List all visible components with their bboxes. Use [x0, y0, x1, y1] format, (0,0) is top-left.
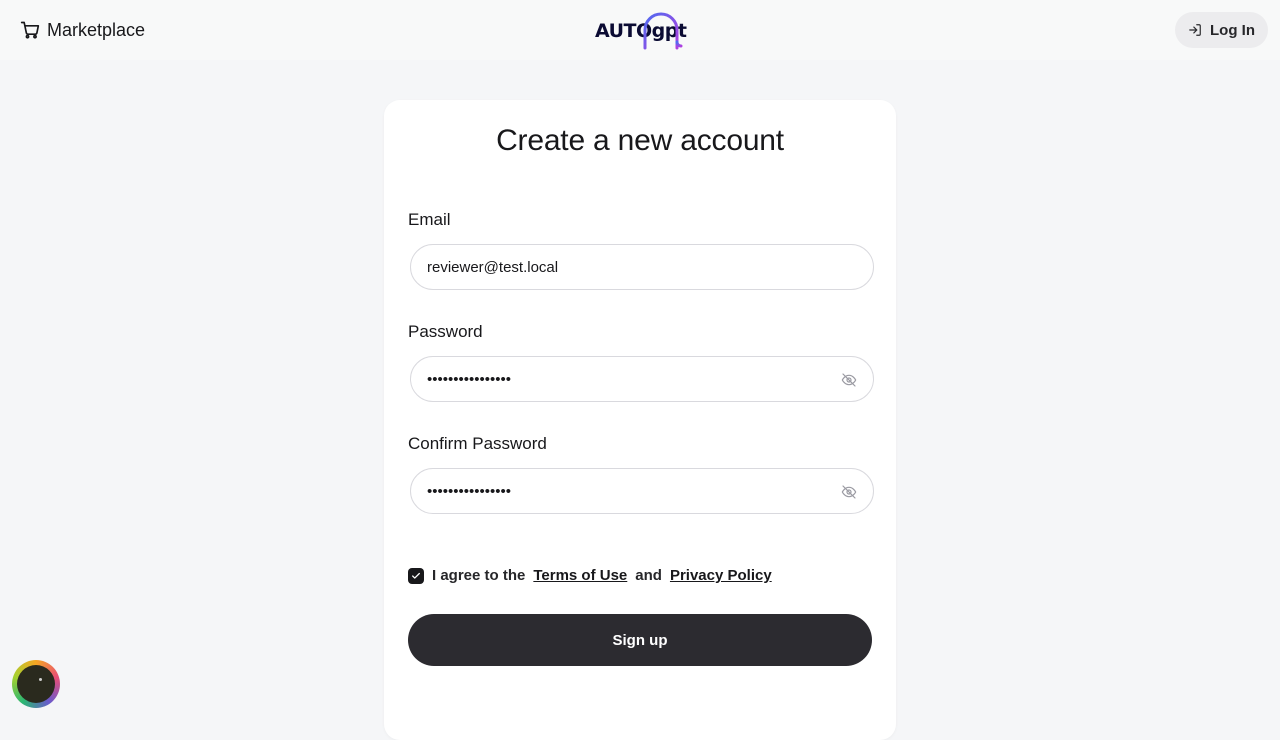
confirm-password-label: Confirm Password [408, 434, 547, 453]
eye-off-icon [841, 373, 857, 387]
terms-agreement-row: I agree to the Terms of Use and Privacy … [408, 567, 772, 584]
autogpt-logo[interactable]: AUTOgpt [595, 8, 687, 52]
terms-checkbox[interactable] [408, 567, 424, 584]
confirm-password-field[interactable] [411, 469, 873, 513]
signup-button[interactable]: Sign up [408, 614, 872, 666]
assistant-icon [17, 665, 55, 703]
email-field-wrapper [410, 244, 874, 290]
marketplace-link[interactable]: Marketplace [20, 20, 145, 41]
agree-prefix-text: I agree to the [432, 567, 526, 584]
password-label: Password [408, 322, 483, 341]
confirm-password-field-wrapper [410, 468, 874, 514]
email-field[interactable] [411, 245, 873, 289]
terms-of-use-link[interactable]: Terms of Use [533, 567, 627, 584]
email-label: Email [408, 210, 451, 229]
marketplace-label: Marketplace [47, 19, 146, 40]
privacy-policy-link[interactable]: Privacy Policy [670, 567, 772, 584]
toggle-confirm-password-visibility-button[interactable] [841, 484, 857, 500]
assistant-launcher-button[interactable] [12, 660, 60, 708]
page-title: Create a new account [496, 124, 784, 157]
agree-and-text: and [635, 567, 662, 584]
password-field-wrapper [410, 356, 874, 402]
cart-icon [20, 21, 40, 39]
logo-mark-icon [643, 12, 683, 50]
login-icon [1189, 24, 1201, 36]
password-field[interactable] [411, 357, 873, 401]
check-icon [412, 572, 420, 579]
login-label: Log In [1210, 21, 1255, 39]
login-button[interactable]: Log In [1175, 12, 1268, 48]
toggle-password-visibility-button[interactable] [841, 372, 857, 388]
eye-off-icon [841, 485, 857, 499]
signup-card: Create a new account Email Password Conf… [384, 100, 896, 740]
top-navigation-bar: Marketplace AUTOgpt Log In [0, 0, 1280, 60]
